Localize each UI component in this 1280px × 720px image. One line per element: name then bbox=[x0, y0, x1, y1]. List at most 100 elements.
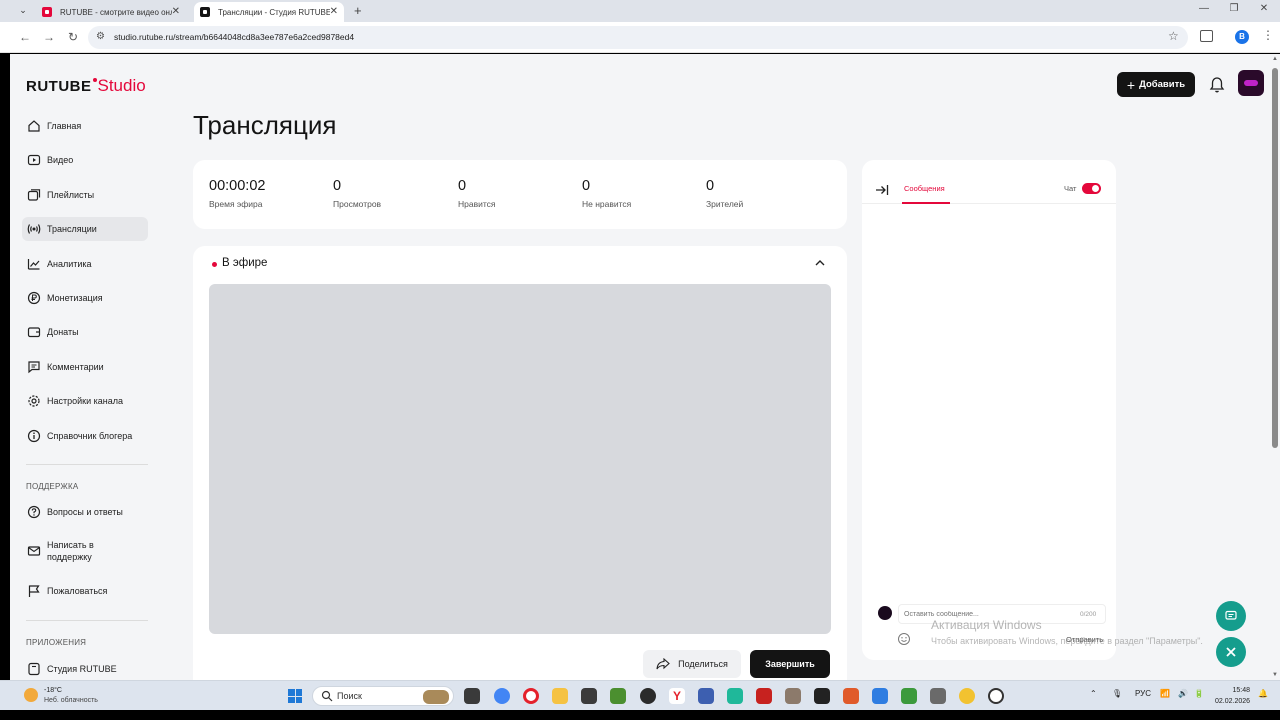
close-tab-icon[interactable]: ✕ bbox=[172, 6, 180, 17]
stat-label: Не нравится bbox=[582, 199, 632, 209]
sidebar-item-report[interactable]: Пожаловаться bbox=[22, 579, 148, 603]
sidebar-item-faq[interactable]: Вопросы и ответы bbox=[22, 500, 148, 524]
stream-player[interactable] bbox=[209, 284, 831, 634]
sidebar-item-donations[interactable]: Донаты bbox=[22, 320, 148, 344]
notifications-bell-icon[interactable] bbox=[1208, 76, 1226, 94]
sidebar-item-label: Видео bbox=[47, 155, 74, 166]
support-nav: Вопросы и ответы Написать в поддержку По… bbox=[22, 500, 148, 613]
support-chat-button[interactable] bbox=[1216, 601, 1246, 631]
sidebar-item-analytics[interactable]: Аналитика bbox=[22, 252, 148, 276]
weather-sun-icon bbox=[24, 688, 38, 702]
app-icon-unity[interactable] bbox=[581, 688, 597, 704]
channel-avatar[interactable] bbox=[1238, 70, 1264, 96]
reload-icon[interactable]: ↻ bbox=[66, 30, 80, 44]
brave-icon[interactable] bbox=[843, 688, 859, 704]
restore-icon[interactable]: ❐ bbox=[1226, 3, 1242, 14]
tab-messages[interactable]: Сообщения bbox=[904, 184, 945, 193]
clock-time: 15:48 bbox=[1232, 687, 1251, 694]
add-button[interactable]: + Добавить bbox=[1117, 72, 1195, 97]
app-icon-star[interactable] bbox=[930, 688, 946, 704]
rutube-studio-logo[interactable]: RUTUBE Studio bbox=[26, 76, 146, 96]
sidebar-item-studio-app[interactable]: Студия RUTUBE bbox=[22, 657, 148, 680]
char-counter: 0/200 bbox=[1080, 611, 1097, 618]
close-support-button[interactable] bbox=[1216, 637, 1246, 667]
sidebar-item-write-support[interactable]: Написать в поддержку bbox=[22, 534, 132, 568]
address-bar[interactable]: ⚙ studio.rutube.ru/stream/b6644048cd8a3e… bbox=[88, 26, 1188, 49]
taskbar-clock[interactable]: 15:48 02.02.2026 bbox=[1215, 685, 1250, 707]
browser-menu-icon[interactable]: ⋮ bbox=[1262, 28, 1274, 42]
chat-toggle[interactable] bbox=[1082, 183, 1101, 194]
profile-avatar[interactable]: B bbox=[1235, 30, 1249, 44]
app-icon-terminal[interactable] bbox=[814, 688, 830, 704]
taskbar-search[interactable]: Поиск bbox=[312, 686, 454, 706]
chevron-up-icon[interactable] bbox=[813, 256, 827, 270]
volume-icon[interactable]: 🔊 bbox=[1178, 689, 1188, 698]
app-icon-face[interactable] bbox=[959, 688, 975, 704]
app-icon-wave[interactable] bbox=[727, 688, 743, 704]
app-icon-shield[interactable] bbox=[698, 688, 714, 704]
sidebar-item-comments[interactable]: Комментарии bbox=[22, 355, 148, 379]
browser-tab-studio[interactable]: Трансляции - Студия RUTUBE ✕ bbox=[194, 2, 344, 22]
chrome-icon[interactable] bbox=[494, 688, 510, 704]
bookmark-star-icon[interactable]: ☆ bbox=[1168, 29, 1179, 43]
stat-value: 0 bbox=[458, 178, 467, 194]
end-stream-button[interactable]: Завершить bbox=[750, 650, 830, 678]
sidebar-item-broadcasts[interactable]: Трансляции bbox=[22, 217, 148, 242]
logo-studio-text: Studio bbox=[97, 76, 146, 95]
file-explorer-icon[interactable] bbox=[552, 688, 568, 704]
battery-icon[interactable]: 🔋 bbox=[1194, 689, 1204, 698]
user-avatar bbox=[878, 606, 892, 620]
task-view-icon[interactable] bbox=[464, 688, 480, 704]
forward-icon[interactable]: → bbox=[42, 30, 56, 44]
minimize-icon[interactable]: — bbox=[1196, 3, 1212, 14]
minecraft-icon[interactable] bbox=[610, 688, 626, 704]
collapse-panel-icon[interactable] bbox=[874, 182, 890, 198]
chat-message-input[interactable] bbox=[898, 604, 1106, 624]
minecraft-launcher-icon[interactable] bbox=[901, 688, 917, 704]
close-tab-icon[interactable]: ✕ bbox=[330, 6, 338, 17]
extensions-icon[interactable] bbox=[1200, 30, 1213, 42]
send-button[interactable]: Отправить bbox=[1066, 635, 1103, 644]
wifi-icon[interactable]: 📶 bbox=[1160, 689, 1170, 698]
question-icon bbox=[27, 505, 41, 519]
language-indicator[interactable]: РУС bbox=[1135, 689, 1151, 698]
sidebar-item-blogger-guide[interactable]: Справочник блогера bbox=[22, 424, 148, 448]
new-tab-icon[interactable]: + bbox=[354, 3, 362, 18]
tab-search-chevron-icon[interactable]: ⌄ bbox=[16, 5, 30, 17]
chatgpt-icon[interactable] bbox=[988, 688, 1004, 704]
notifications-icon[interactable]: 🔔 bbox=[1258, 689, 1268, 698]
opera-icon[interactable] bbox=[523, 688, 539, 704]
scroll-down-icon[interactable]: ▼ bbox=[1272, 672, 1278, 678]
close-window-icon[interactable]: ✕ bbox=[1256, 3, 1272, 14]
sidebar-item-label: Донаты bbox=[47, 327, 79, 338]
windows-start-icon[interactable] bbox=[288, 689, 302, 703]
site-settings-icon[interactable]: ⚙ bbox=[96, 31, 105, 42]
page-title: Трансляция bbox=[193, 110, 337, 140]
share-button[interactable]: Поделиться bbox=[643, 650, 741, 678]
apps-nav: Студия RUTUBE bbox=[22, 657, 148, 680]
scroll-up-icon[interactable]: ▲ bbox=[1272, 56, 1278, 62]
sidebar-item-label: Главная bbox=[47, 121, 82, 131]
tray-overflow-icon[interactable]: ⌃ bbox=[1090, 689, 1097, 698]
sidebar-item-video[interactable]: Видео bbox=[22, 148, 148, 172]
obs-icon[interactable] bbox=[640, 688, 656, 704]
microphone-icon[interactable]: 🎙 bbox=[1112, 689, 1122, 698]
sidebar-item-label: Вопросы и ответы bbox=[47, 507, 123, 517]
app-icon-keyboard[interactable] bbox=[872, 688, 888, 704]
clock-date: 02.02.2026 bbox=[1215, 698, 1251, 705]
sidebar-item-home[interactable]: Главная bbox=[22, 114, 148, 138]
support-heading: ПОДДЕРЖКА bbox=[26, 482, 79, 491]
sidebar-item-channel-settings[interactable]: Настройки канала bbox=[22, 389, 148, 413]
emoji-icon[interactable] bbox=[897, 632, 911, 646]
scrollbar-thumb[interactable] bbox=[1272, 68, 1278, 448]
app-icon-vg[interactable] bbox=[756, 688, 772, 704]
yandex-browser-icon[interactable]: Y bbox=[669, 688, 685, 704]
back-icon[interactable]: ← bbox=[18, 30, 32, 44]
chat-panel: Сообщения Чат 0/200 Отправить bbox=[862, 160, 1116, 660]
logo-dot bbox=[92, 78, 97, 82]
browser-tab-rutube[interactable]: RUTUBE - смотрите видео онлайн ✕ bbox=[36, 2, 186, 22]
page-scrollbar[interactable]: ▲ ▼ bbox=[1270, 54, 1280, 680]
sidebar-item-playlists[interactable]: Плейлисты bbox=[22, 183, 148, 207]
app-icon-active[interactable] bbox=[785, 688, 801, 704]
sidebar-item-monetization[interactable]: Монетизация bbox=[22, 286, 148, 310]
